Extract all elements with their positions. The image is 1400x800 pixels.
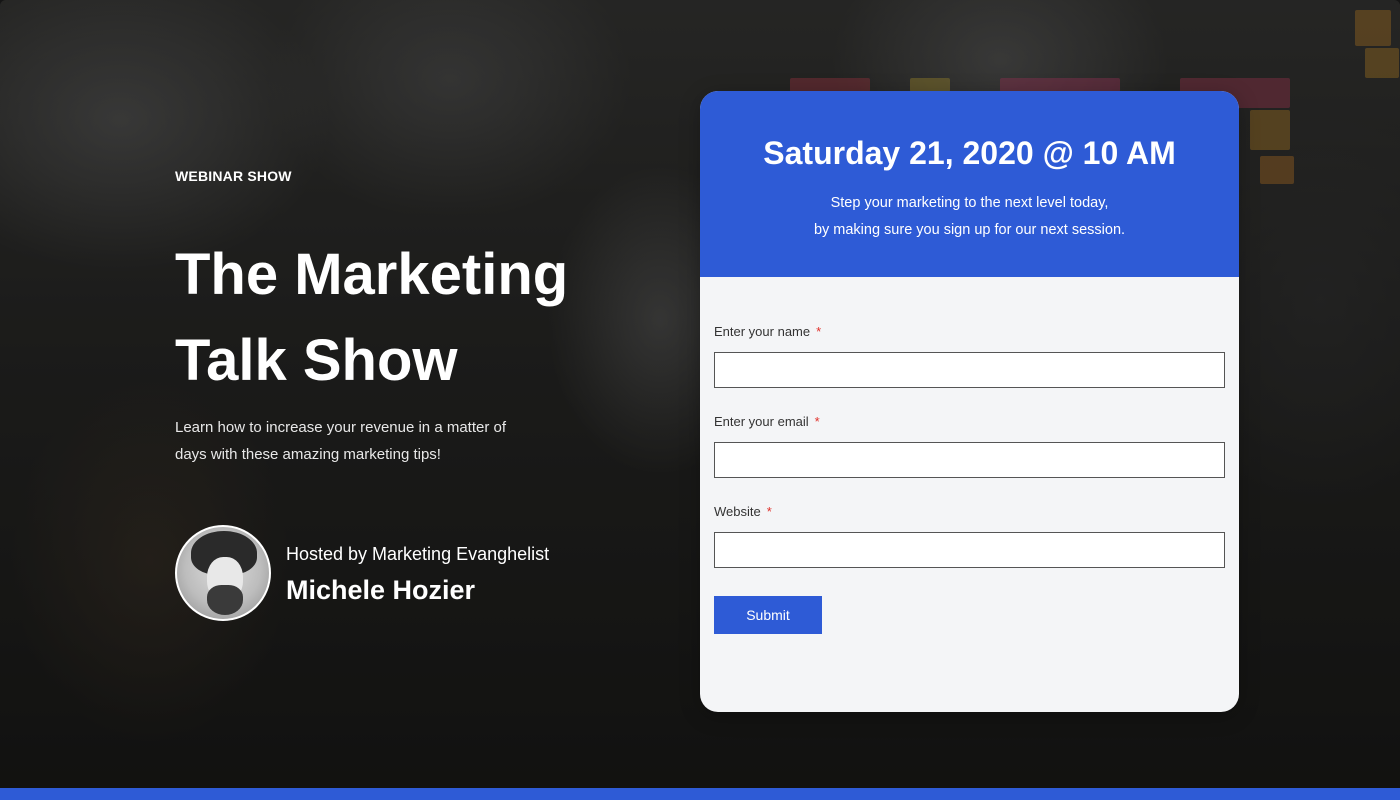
host-block: Hosted by Marketing Evanghelist Michele … [175,525,549,621]
page-title: The Marketing Talk Show [175,232,635,404]
name-field-group: Enter your name * [714,324,1225,388]
name-label: Enter your name * [714,324,1225,339]
host-name: Michele Hozier [286,575,476,605]
signup-form: Enter your name * Enter your email * Websi… [700,277,1239,634]
hero-description: Learn how to increase your revenue in a … [175,419,507,463]
email-input[interactable] [714,442,1225,478]
host-subtitle: Hosted by Marketing Evanghelist [286,544,550,564]
card-subtitle-line-1: Step your marketing to the next level to… [830,195,1109,211]
email-field-group: Enter your email * [714,414,1225,478]
website-label: Website * [714,504,1225,519]
name-input[interactable] [714,352,1225,388]
name-label-text: Enter your name [714,324,811,339]
email-label-text: Enter your email [714,414,809,429]
submit-button[interactable]: Submit [714,596,822,634]
avatar [175,525,271,621]
website-label-text: Website [714,504,761,519]
eyebrow-label: WEBINAR SHOW [175,168,292,184]
email-label: Enter your email * [714,414,1225,429]
website-field-group: Website * [714,504,1225,568]
title-line-1: The Marketing [175,242,569,307]
host-info: Hosted by Marketing Evanghelist Michele … [286,540,549,606]
bottom-accent-bar [0,788,1400,800]
required-mark: * [816,324,822,339]
registration-card: Saturday 21, 2020 @ 10 AM Step your mark… [700,91,1239,712]
card-subtitle: Step your marketing to the next level to… [700,190,1239,244]
title-line-2: Talk Show [175,328,458,393]
required-mark: * [814,414,820,429]
event-date: Saturday 21, 2020 @ 10 AM [763,135,1176,171]
card-header: Saturday 21, 2020 @ 10 AM Step your mark… [700,91,1239,277]
website-input[interactable] [714,532,1225,568]
card-subtitle-line-2: by making sure you sign up for our next … [813,222,1126,238]
required-mark: * [766,504,772,519]
